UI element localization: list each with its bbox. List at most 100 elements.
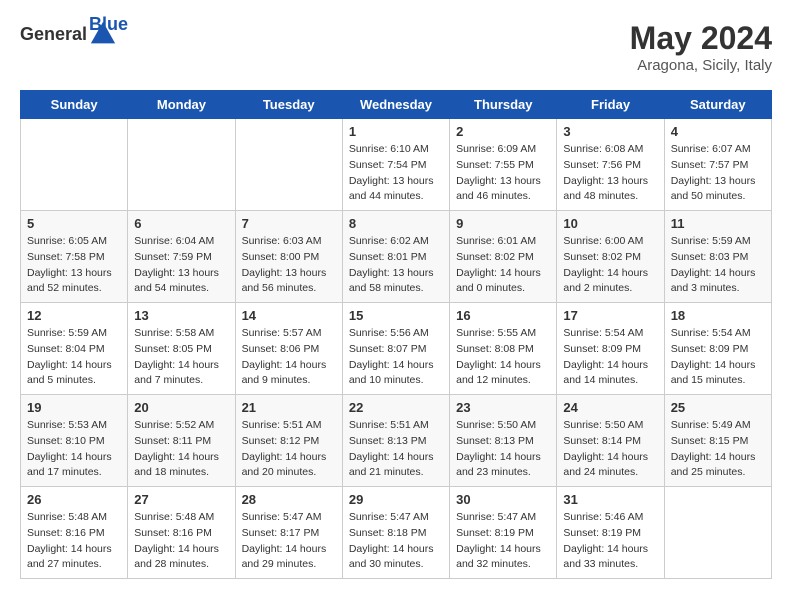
day-number: 13 xyxy=(134,308,228,323)
day-info: Sunrise: 5:47 AMSunset: 8:18 PMDaylight:… xyxy=(349,510,443,573)
day-info: Sunrise: 6:02 AMSunset: 8:01 PMDaylight:… xyxy=(349,234,443,297)
day-number: 16 xyxy=(456,308,550,323)
day-number: 21 xyxy=(242,400,336,415)
calendar-cell xyxy=(21,119,128,211)
calendar-cell: 20 Sunrise: 5:52 AMSunset: 8:11 PMDayligh… xyxy=(128,395,235,487)
calendar-cell: 14Sunrise: 5:57 AMSunset: 8:06 PMDayligh… xyxy=(235,303,342,395)
calendar-cell: 16 Sunrise: 5:55 AMSunset: 8:08 PMDayligh… xyxy=(450,303,557,395)
calendar-cell xyxy=(664,487,771,579)
day-info: Sunrise: 6:04 AMSunset: 7:59 PMDaylight:… xyxy=(134,234,228,297)
day-number: 31 xyxy=(563,492,657,507)
day-info: Sunrise: 5:52 AMSunset: 8:11 PMDaylight:… xyxy=(134,418,228,481)
day-info: Sunrise: 6:08 AMSunset: 7:56 PMDaylight:… xyxy=(563,142,657,205)
day-number: 18 xyxy=(671,308,765,323)
day-number: 5 xyxy=(27,216,121,231)
day-number: 26 xyxy=(27,492,121,507)
day-number: 1 xyxy=(349,124,443,139)
day-number: 9 xyxy=(456,216,550,231)
calendar-week-row: 1 Sunrise: 6:10 AMSunset: 7:54 PMDaylight… xyxy=(21,119,772,211)
page-header: General Blue May 2024 Aragona, Sicily, I… xyxy=(20,20,772,74)
day-number: 12 xyxy=(27,308,121,323)
day-info: Sunrise: 5:59 AMSunset: 8:03 PMDaylight:… xyxy=(671,234,765,297)
day-number: 20 xyxy=(134,400,228,415)
day-number: 19 xyxy=(27,400,121,415)
calendar-cell: 7 Sunrise: 6:03 AMSunset: 8:00 PMDaylight… xyxy=(235,211,342,303)
calendar-header-row: SundayMondayTuesdayWednesdayThursdayFrid… xyxy=(21,91,772,119)
day-info: Sunrise: 5:51 AMSunset: 8:13 PMDaylight:… xyxy=(349,418,443,481)
calendar-cell: 19 Sunrise: 5:53 AMSunset: 8:10 PMDayligh… xyxy=(21,395,128,487)
day-info: Sunrise: 5:59 AMSunset: 8:04 PMDaylight:… xyxy=(27,326,121,389)
calendar-cell: 21 Sunrise: 5:51 AMSunset: 8:12 PMDayligh… xyxy=(235,395,342,487)
day-number: 3 xyxy=(563,124,657,139)
calendar-cell: 25 Sunrise: 5:49 AMSunset: 8:15 PMDayligh… xyxy=(664,395,771,487)
day-info: Sunrise: 6:00 AMSunset: 8:02 PMDaylight:… xyxy=(563,234,657,297)
calendar-cell: 5 Sunrise: 6:05 AMSunset: 7:58 PMDaylight… xyxy=(21,211,128,303)
calendar-cell: 31 Sunrise: 5:46 AMSunset: 8:19 PMDayligh… xyxy=(557,487,664,579)
calendar-cell: 10Sunrise: 6:00 AMSunset: 8:02 PMDayligh… xyxy=(557,211,664,303)
calendar-week-row: 19 Sunrise: 5:53 AMSunset: 8:10 PMDayligh… xyxy=(21,395,772,487)
calendar-cell xyxy=(235,119,342,211)
calendar-cell: 26Sunrise: 5:48 AMSunset: 8:16 PMDayligh… xyxy=(21,487,128,579)
calendar-week-row: 5 Sunrise: 6:05 AMSunset: 7:58 PMDaylight… xyxy=(21,211,772,303)
day-info: Sunrise: 6:03 AMSunset: 8:00 PMDaylight:… xyxy=(242,234,336,297)
day-number: 6 xyxy=(134,216,228,231)
col-header-friday: Friday xyxy=(557,91,664,119)
day-info: Sunrise: 6:10 AMSunset: 7:54 PMDaylight:… xyxy=(349,142,443,205)
calendar-cell: 22Sunrise: 5:51 AMSunset: 8:13 PMDayligh… xyxy=(342,395,449,487)
day-number: 11 xyxy=(671,216,765,231)
title-block: May 2024 Aragona, Sicily, Italy xyxy=(630,20,772,74)
calendar-cell: 23 Sunrise: 5:50 AMSunset: 8:13 PMDayligh… xyxy=(450,395,557,487)
day-info: Sunrise: 5:55 AMSunset: 8:08 PMDaylight:… xyxy=(456,326,550,389)
calendar-cell: 2Sunrise: 6:09 AMSunset: 7:55 PMDaylight… xyxy=(450,119,557,211)
calendar-cell: 12 Sunrise: 5:59 AMSunset: 8:04 PMDayligh… xyxy=(21,303,128,395)
calendar-cell: 28Sunrise: 5:47 AMSunset: 8:17 PMDayligh… xyxy=(235,487,342,579)
calendar-cell: 29 Sunrise: 5:47 AMSunset: 8:18 PMDayligh… xyxy=(342,487,449,579)
day-info: Sunrise: 5:47 AMSunset: 8:19 PMDaylight:… xyxy=(456,510,550,573)
calendar-week-row: 12 Sunrise: 5:59 AMSunset: 8:04 PMDayligh… xyxy=(21,303,772,395)
calendar-cell: 4 Sunrise: 6:07 AMSunset: 7:57 PMDaylight… xyxy=(664,119,771,211)
calendar-cell xyxy=(128,119,235,211)
logo-blue-text: Blue xyxy=(89,14,128,35)
location-title: Aragona, Sicily, Italy xyxy=(630,57,772,74)
calendar-cell: 9 Sunrise: 6:01 AMSunset: 8:02 PMDaylight… xyxy=(450,211,557,303)
month-title: May 2024 xyxy=(630,20,772,57)
day-info: Sunrise: 5:50 AMSunset: 8:13 PMDaylight:… xyxy=(456,418,550,481)
col-header-thursday: Thursday xyxy=(450,91,557,119)
day-number: 15 xyxy=(349,308,443,323)
day-number: 30 xyxy=(456,492,550,507)
calendar-cell: 8Sunrise: 6:02 AMSunset: 8:01 PMDaylight… xyxy=(342,211,449,303)
col-header-monday: Monday xyxy=(128,91,235,119)
day-info: Sunrise: 5:53 AMSunset: 8:10 PMDaylight:… xyxy=(27,418,121,481)
calendar-cell: 18Sunrise: 5:54 AMSunset: 8:09 PMDayligh… xyxy=(664,303,771,395)
col-header-sunday: Sunday xyxy=(21,91,128,119)
day-number: 7 xyxy=(242,216,336,231)
day-info: Sunrise: 5:51 AMSunset: 8:12 PMDaylight:… xyxy=(242,418,336,481)
day-number: 4 xyxy=(671,124,765,139)
day-info: Sunrise: 5:50 AMSunset: 8:14 PMDaylight:… xyxy=(563,418,657,481)
calendar-cell: 6 Sunrise: 6:04 AMSunset: 7:59 PMDaylight… xyxy=(128,211,235,303)
day-info: Sunrise: 6:01 AMSunset: 8:02 PMDaylight:… xyxy=(456,234,550,297)
day-number: 28 xyxy=(242,492,336,507)
day-number: 17 xyxy=(563,308,657,323)
calendar-cell: 13 Sunrise: 5:58 AMSunset: 8:05 PMDayligh… xyxy=(128,303,235,395)
day-number: 24 xyxy=(563,400,657,415)
day-info: Sunrise: 6:07 AMSunset: 7:57 PMDaylight:… xyxy=(671,142,765,205)
calendar-cell: 27Sunrise: 5:48 AMSunset: 8:16 PMDayligh… xyxy=(128,487,235,579)
day-number: 25 xyxy=(671,400,765,415)
day-info: Sunrise: 5:57 AMSunset: 8:06 PMDaylight:… xyxy=(242,326,336,389)
day-info: Sunrise: 5:46 AMSunset: 8:19 PMDaylight:… xyxy=(563,510,657,573)
day-info: Sunrise: 6:09 AMSunset: 7:55 PMDaylight:… xyxy=(456,142,550,205)
day-number: 29 xyxy=(349,492,443,507)
day-info: Sunrise: 5:58 AMSunset: 8:05 PMDaylight:… xyxy=(134,326,228,389)
day-info: Sunrise: 5:56 AMSunset: 8:07 PMDaylight:… xyxy=(349,326,443,389)
calendar-cell: 3 Sunrise: 6:08 AMSunset: 7:56 PMDaylight… xyxy=(557,119,664,211)
calendar-week-row: 26 Sunrise: 5:48 AMSunset: 8:16 PMDayligh… xyxy=(21,487,772,579)
calendar-table: SundayMondayTuesdayWednesdayThursdayFrid… xyxy=(20,90,772,579)
calendar-cell: 15 Sunrise: 5:56 AMSunset: 8:07 PMDayligh… xyxy=(342,303,449,395)
day-number: 23 xyxy=(456,400,550,415)
calendar-cell: 24 Sunrise: 5:50 AMSunset: 8:14 PMDayligh… xyxy=(557,395,664,487)
col-header-saturday: Saturday xyxy=(664,91,771,119)
day-info: Sunrise: 5:48 AMSunset: 8:16 PMDaylight:… xyxy=(134,510,228,573)
day-info: Sunrise: 6:05 AMSunset: 7:58 PMDaylight:… xyxy=(27,234,121,297)
day-info: Sunrise: 5:49 AMSunset: 8:15 PMDaylight:… xyxy=(671,418,765,481)
